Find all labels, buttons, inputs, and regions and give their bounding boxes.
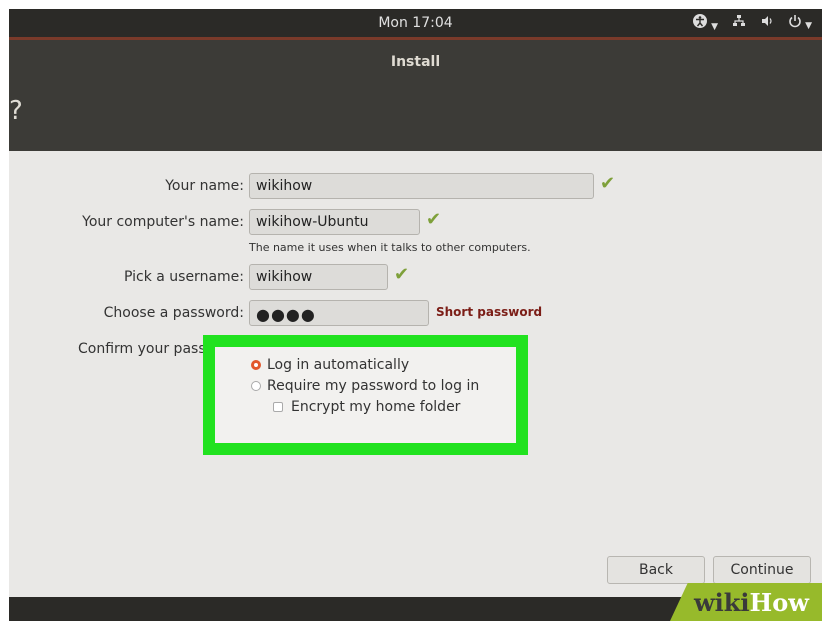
- login-auto-label: Log in automatically: [267, 357, 410, 373]
- require-password-option[interactable]: Require my password to log in: [251, 378, 479, 394]
- computer-name-check-icon: ✔: [426, 209, 442, 230]
- back-button[interactable]: Back: [607, 556, 705, 584]
- your-name-label: Your name:: [165, 178, 244, 194]
- watermark-how: How: [749, 588, 809, 617]
- continue-button[interactable]: Continue: [713, 556, 811, 584]
- password-strength-warning: Short password: [436, 305, 543, 319]
- computer-name-hint: The name it uses when it talks to other …: [249, 241, 531, 254]
- encrypt-home-label: Encrypt my home folder: [291, 399, 461, 415]
- username-label: Pick a username:: [123, 269, 244, 285]
- watermark-logo: wikiHow: [694, 588, 809, 617]
- system-tray: ▼ ▼: [692, 13, 812, 33]
- network-icon[interactable]: [732, 14, 746, 32]
- highlight-box: Log in automatically Require my password…: [203, 335, 528, 455]
- volume-icon[interactable]: [760, 14, 774, 32]
- computer-name-label: Your computer's name:: [82, 214, 244, 230]
- require-password-radio[interactable]: [251, 381, 261, 391]
- password-input[interactable]: ●●●●: [249, 300, 429, 326]
- require-password-label: Require my password to log in: [267, 378, 480, 394]
- window-title: Install: [390, 54, 441, 70]
- username-input[interactable]: wikihow: [249, 264, 388, 290]
- watermark-wiki: wiki: [694, 588, 750, 617]
- computer-name-input[interactable]: wikihow-Ubuntu: [249, 209, 420, 235]
- login-auto-option[interactable]: Log in automatically: [251, 357, 409, 373]
- window-header: Install ?: [9, 40, 822, 151]
- installer-screen: Mon 17:04 ▼ ▼ Install ? Your name: wikih…: [9, 9, 822, 621]
- password-label: Choose a password:: [103, 305, 244, 321]
- top-panel: Mon 17:04 ▼ ▼: [9, 9, 822, 37]
- your-name-input[interactable]: wikihow: [249, 173, 594, 199]
- login-auto-radio[interactable]: [251, 360, 261, 370]
- encrypt-home-option[interactable]: Encrypt my home folder: [273, 399, 460, 415]
- username-check-icon: ✔: [394, 264, 410, 285]
- confirm-password-label: Confirm your pass: [78, 341, 206, 357]
- your-name-check-icon: ✔: [600, 173, 616, 194]
- login-options-panel: Log in automatically Require my password…: [215, 347, 516, 443]
- accessibility-icon[interactable]: ▼: [692, 13, 718, 33]
- header-question-mark: ?: [9, 96, 23, 126]
- encrypt-home-checkbox[interactable]: [273, 402, 283, 412]
- power-icon[interactable]: ▼: [788, 14, 812, 32]
